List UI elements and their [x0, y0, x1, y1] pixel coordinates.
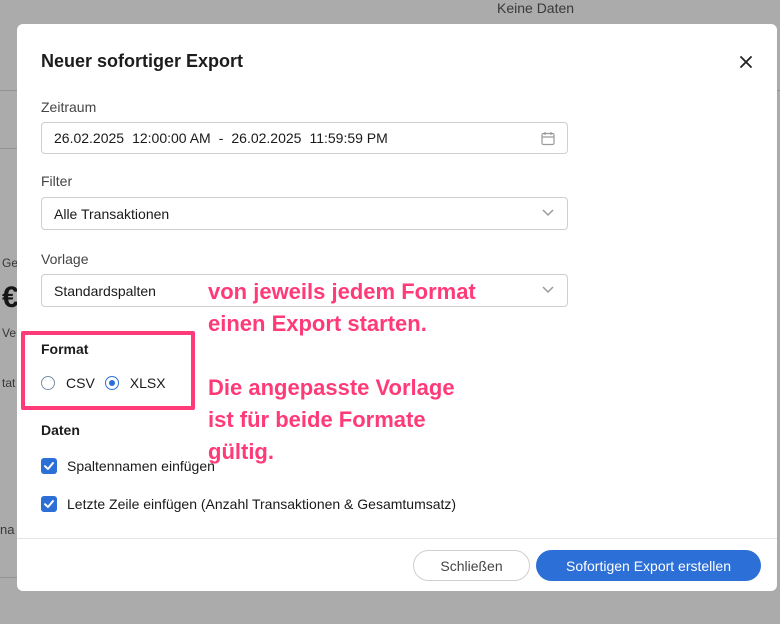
- filter-label: Filter: [41, 173, 73, 189]
- chevron-down-icon: [542, 286, 554, 294]
- daten-label: Daten: [41, 422, 80, 438]
- filter-selected-value: Alle Transaktionen: [54, 205, 170, 222]
- date-range-input[interactable]: 26.02.2025 12:00:00 AM - 26.02.2025 11:5…: [41, 122, 568, 154]
- annotation-text-line: einen Export starten.: [208, 311, 427, 336]
- annotation-text-line: von jeweils jedem Format: [208, 279, 476, 304]
- vorlage-label: Vorlage: [41, 251, 89, 267]
- annotation-text-line: Die angepasste Vorlage: [208, 375, 455, 400]
- close-icon: [740, 56, 752, 68]
- close-button[interactable]: [736, 52, 756, 72]
- calendar-icon[interactable]: [541, 131, 555, 146]
- include-column-names-option: Spaltennamen einfügen: [41, 458, 215, 474]
- date-range-separator: -: [218, 130, 224, 146]
- start-date: 26.02.2025: [54, 130, 125, 146]
- zeitraum-label: Zeitraum: [41, 99, 97, 115]
- footer-divider: [17, 538, 777, 539]
- create-export-button[interactable]: Sofortigen Export erstellen: [536, 550, 761, 581]
- start-time: 12:00:00 AM: [132, 130, 211, 146]
- include-column-names-checkbox[interactable]: [41, 458, 57, 474]
- checkmark-icon: [44, 500, 54, 508]
- close-dialog-button[interactable]: Schließen: [413, 550, 530, 581]
- checkmark-icon: [44, 462, 54, 470]
- annotation-text-line: ist für beide Formate: [208, 407, 426, 432]
- end-time: 11:59:59 PM: [309, 130, 388, 146]
- checkbox-label[interactable]: Spaltennamen einfügen: [67, 458, 215, 474]
- checkbox-label[interactable]: Letzte Zeile einfügen (Anzahl Transaktio…: [67, 496, 456, 512]
- end-date: 26.02.2025: [231, 130, 302, 146]
- template-selected-value: Standardspalten: [54, 282, 156, 299]
- annotation-text-line: gültig.: [208, 439, 274, 464]
- filter-select[interactable]: Alle Transaktionen: [41, 197, 568, 230]
- dialog-title: Neuer sofortiger Export: [41, 51, 244, 71]
- include-last-row-checkbox[interactable]: [41, 496, 57, 512]
- include-last-row-option: Letzte Zeile einfügen (Anzahl Transaktio…: [41, 496, 456, 512]
- chevron-down-icon: [542, 209, 554, 217]
- annotation-highlight-box: [21, 331, 195, 410]
